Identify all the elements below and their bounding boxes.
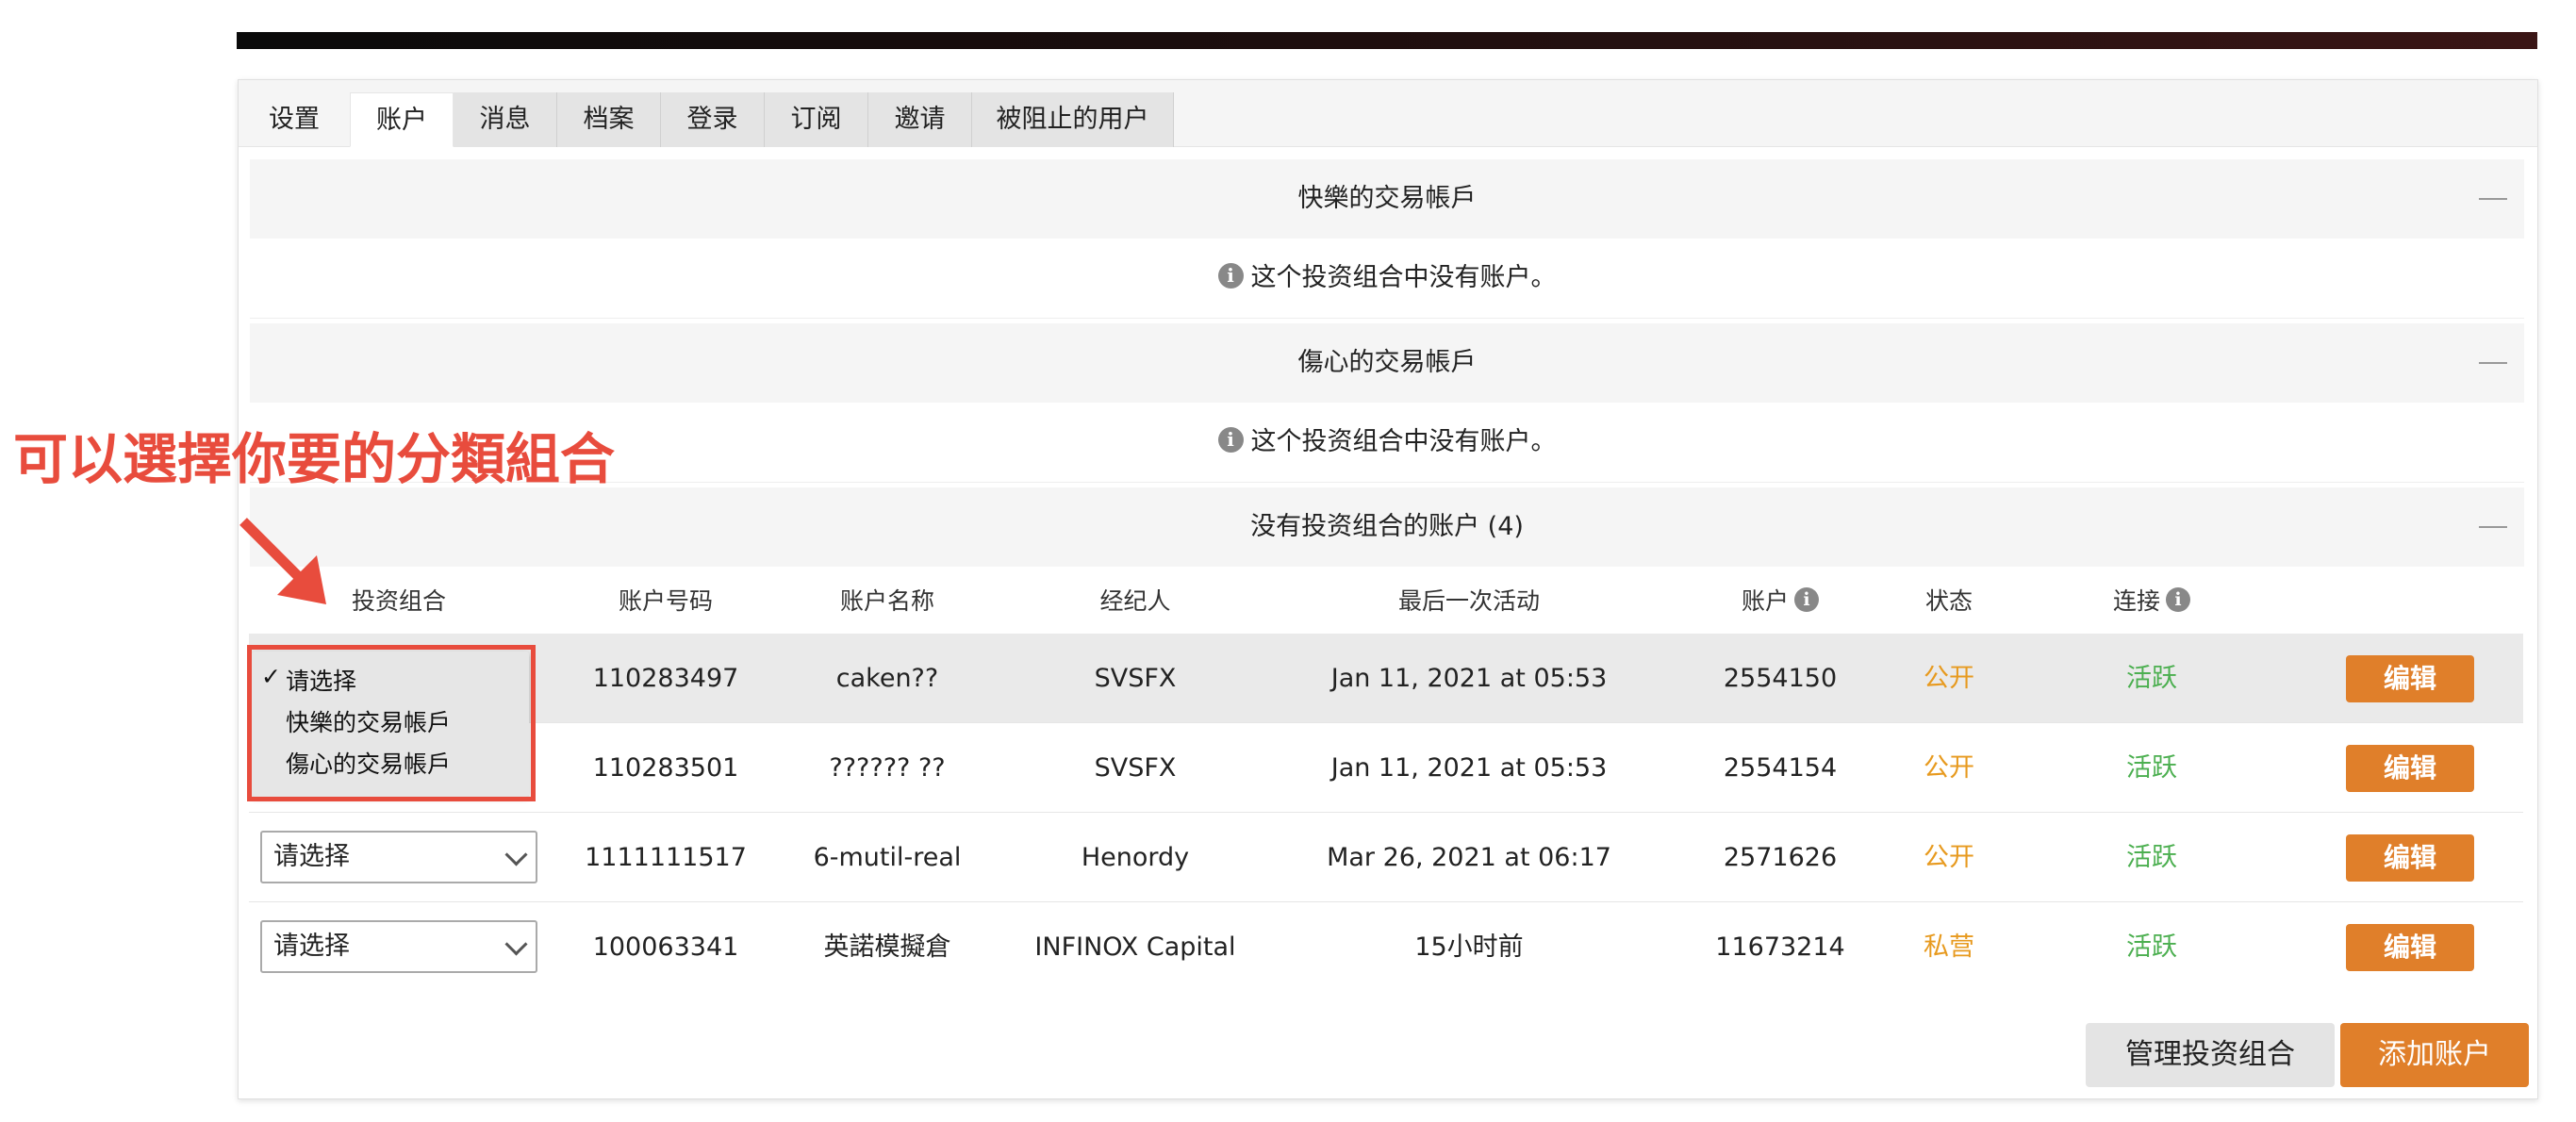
status-badge: 公开 — [1924, 753, 1974, 783]
connection-status: 活跃 — [2126, 843, 2177, 872]
info-icon: i — [1217, 427, 1244, 453]
account-id: 2554150 — [1723, 664, 1838, 693]
info-icon: i — [1217, 263, 1244, 289]
account-name: ?????? ?? — [829, 753, 946, 783]
table-row: 110283497 caken?? SVSFX Jan 11, 2021 at … — [249, 634, 2523, 723]
portfolio-title: 傷心的交易帳戶 — [1297, 348, 1477, 377]
table-row: 110283501 ?????? ?? SVSFX Jan 11, 2021 a… — [249, 723, 2523, 813]
tab-blocked-users[interactable]: 被阻止的用户 — [972, 92, 1174, 147]
tab-subscriptions[interactable]: 订阅 — [765, 92, 868, 147]
annotation-arrow-icon — [239, 518, 326, 604]
portfolio-header[interactable]: 傷心的交易帳戶 — [250, 323, 2524, 403]
connection-status: 活跃 — [2126, 932, 2177, 962]
status-badge: 公开 — [1924, 664, 1974, 693]
edit-button[interactable]: 编辑 — [2346, 745, 2474, 792]
status-badge: 公开 — [1924, 843, 1974, 872]
column-header-broker: 经纪人 — [1099, 587, 1171, 615]
column-header-name: 账户名称 — [839, 587, 935, 615]
manage-portfolios-button[interactable]: 管理投资组合 — [2086, 1023, 2335, 1087]
broker: INFINOX Capital — [1034, 932, 1236, 962]
tab-invitations[interactable]: 邀请 — [868, 92, 972, 147]
tab-login[interactable]: 登录 — [661, 92, 765, 147]
last-activity: Jan 11, 2021 at 05:53 — [1330, 664, 1608, 693]
highlight-frame — [247, 645, 536, 801]
unassigned-header[interactable]: 没有投资组合的账户 (4) — [250, 487, 2524, 567]
top-banner — [237, 32, 2537, 49]
edit-button[interactable]: 编辑 — [2346, 655, 2474, 702]
broker: SVSFX — [1094, 664, 1177, 693]
column-header-status: 状态 — [1924, 587, 1973, 615]
annotation-text: 可以選擇你要的分類組合 — [13, 427, 616, 491]
account-id: 2554154 — [1723, 753, 1838, 783]
last-activity: 15小时前 — [1414, 932, 1524, 962]
column-header-last-activity: 最后一次活动 — [1397, 587, 1541, 615]
chevron-down-icon — [504, 932, 528, 956]
empty-portfolio-message: i 这个投资组合中没有账户。 — [250, 239, 2524, 319]
column-header-number: 账户号码 — [618, 587, 714, 615]
account-name: caken?? — [835, 664, 939, 693]
column-header-account: 账户 i — [1742, 583, 1820, 620]
connection-status: 活跃 — [2126, 664, 2177, 693]
unassigned-title: 没有投资组合的账户 (4) — [1250, 512, 1524, 541]
portfolio-title: 快樂的交易帳戶 — [1297, 184, 1477, 213]
account-number: 110283501 — [592, 753, 739, 783]
account-name: 6-mutil-real — [813, 843, 962, 872]
account-number: 110283497 — [592, 664, 739, 693]
tab-settings[interactable]: 设置 — [239, 92, 350, 147]
account-id: 2571626 — [1723, 843, 1838, 872]
table-row: 请选择 1111111517 6-mutil-real Henordy Mar … — [249, 813, 2523, 902]
status-badge: 私营 — [1924, 932, 1974, 962]
info-icon[interactable]: i — [2166, 587, 2191, 612]
table-row: 请选择 100063341 英諾模擬倉 INFINOX Capital 15小时… — [249, 902, 2523, 992]
info-icon[interactable]: i — [1794, 587, 1820, 612]
add-account-button[interactable]: 添加账户 — [2340, 1023, 2529, 1087]
tab-profile[interactable]: 档案 — [557, 92, 661, 147]
collapse-icon[interactable] — [2479, 323, 2507, 403]
connection-status: 活跃 — [2126, 753, 2177, 783]
account-number: 100063341 — [592, 932, 739, 962]
edit-button[interactable]: 编辑 — [2346, 834, 2474, 882]
last-activity: Mar 26, 2021 at 06:17 — [1327, 843, 1611, 872]
portfolio-header[interactable]: 快樂的交易帳戶 — [250, 159, 2524, 239]
column-header-connection: 连接 i — [2113, 583, 2191, 620]
portfolio-select[interactable]: 请选择 — [260, 920, 537, 973]
collapse-icon[interactable] — [2479, 159, 2507, 239]
account-id: 11673214 — [1715, 932, 1845, 962]
account-number: 1111111517 — [585, 843, 747, 872]
broker: Henordy — [1081, 843, 1190, 872]
account-name: 英諾模擬倉 — [823, 932, 951, 962]
edit-button[interactable]: 编辑 — [2346, 924, 2474, 971]
tab-bar: 设置 账户 消息 档案 登录 订阅 邀请 被阻止的用户 — [239, 80, 2537, 147]
collapse-icon[interactable] — [2479, 487, 2507, 567]
last-activity: Jan 11, 2021 at 05:53 — [1330, 753, 1608, 783]
tab-messages[interactable]: 消息 — [454, 92, 557, 147]
portfolio-select[interactable]: 请选择 — [260, 831, 537, 883]
column-header-portfolio: 投资组合 — [351, 587, 447, 615]
broker: SVSFX — [1094, 753, 1177, 783]
tab-accounts[interactable]: 账户 — [350, 92, 454, 147]
chevron-down-icon — [504, 843, 528, 866]
